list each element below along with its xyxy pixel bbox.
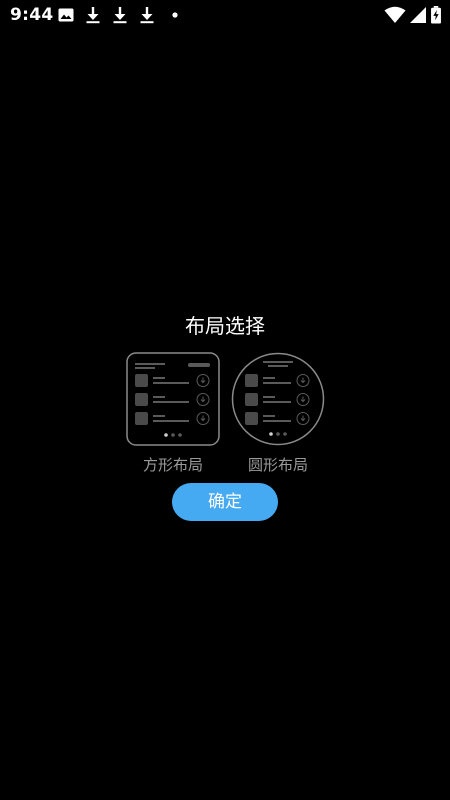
wifi-icon [384, 6, 406, 23]
signal-icon [410, 7, 426, 23]
image-icon [58, 8, 74, 22]
battery-charging-icon [431, 6, 441, 24]
confirm-button[interactable]: 确定 [172, 483, 278, 521]
download-icon [140, 7, 154, 24]
square-layout-label: 方形布局 [142, 456, 203, 474]
download-icon [86, 7, 100, 24]
round-layout-preview [231, 352, 325, 446]
round-layout-label: 圆形布局 [247, 456, 308, 474]
round-layout-option[interactable]: 圆形布局 [230, 352, 326, 477]
layout-select-title: 布局选择 [185, 314, 265, 338]
status-bar: 9:44 [0, 0, 450, 32]
screen: 9:44 布局选择 方形布局 圆形布局 确定 [0, 0, 450, 800]
dot-icon [172, 12, 178, 18]
square-layout-option[interactable]: 方形布局 [125, 352, 221, 477]
status-time: 9:44 [10, 5, 54, 25]
square-layout-preview [126, 352, 220, 446]
download-icon [113, 7, 127, 24]
